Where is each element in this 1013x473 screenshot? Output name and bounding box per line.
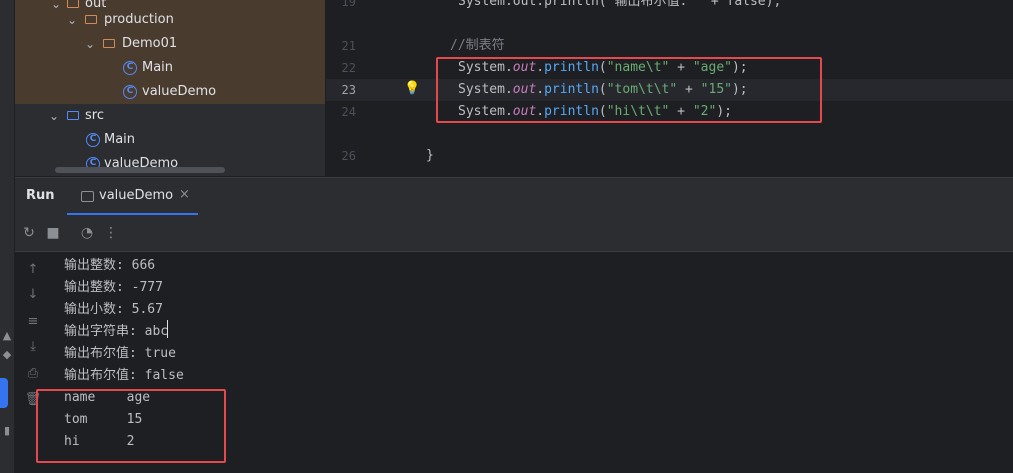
- code-line[interactable]: 26 }: [326, 145, 1013, 167]
- attach-profiler-icon[interactable]: ◔: [77, 223, 97, 243]
- lightbulb-icon[interactable]: 💡: [404, 81, 420, 96]
- tree-item-label: Demo01: [122, 36, 178, 51]
- run-tool-window-header: Run valueDemo ×: [15, 177, 1013, 216]
- run-title: Run: [26, 188, 55, 203]
- run-toolbar: ↻ ■ ◔ ⋮: [15, 215, 1013, 252]
- line-number: 23: [341, 83, 356, 97]
- close-icon[interactable]: ×: [179, 187, 190, 202]
- tree-item-label: production: [104, 12, 174, 27]
- activity-strip: ▲ ◆ ▮: [0, 0, 15, 473]
- class-icon: C: [123, 85, 137, 99]
- soft-wrap-icon[interactable]: ≡: [23, 312, 43, 332]
- rerun-icon[interactable]: ↻: [19, 223, 39, 243]
- console-line: 输出布尔值: false: [64, 368, 184, 383]
- code-text: System.out.println("输出布尔值: " + false);: [458, 0, 782, 9]
- tree-item-production[interactable]: ⌄ production: [15, 8, 325, 32]
- code-text: }: [426, 148, 434, 163]
- chevron-down-icon[interactable]: ⌄: [49, 104, 59, 128]
- more-options-icon[interactable]: ⋮: [101, 223, 121, 243]
- run-tab-label: valueDemo: [99, 188, 174, 203]
- arrow-up-icon[interactable]: ↑: [23, 260, 43, 280]
- folder-icon: [85, 15, 97, 24]
- line-number: 26: [341, 149, 356, 163]
- print-icon[interactable]: ⎙: [23, 364, 43, 384]
- code-comment: //制表符: [450, 38, 505, 53]
- tree-item-label: Main: [142, 60, 174, 75]
- tree-horizontal-scrollbar[interactable]: [55, 167, 225, 173]
- console-line: 输出布尔值: true: [64, 346, 176, 361]
- scroll-to-end-icon[interactable]: ⤓: [23, 337, 43, 357]
- tree-item-valuedemo-class[interactable]: C valueDemo: [15, 80, 325, 104]
- project-tree: ⌄ out ⌄ production ⌄ Demo01 C Main C val…: [15, 0, 325, 176]
- tree-item-label: src: [85, 108, 104, 123]
- line-number: 22: [341, 61, 356, 75]
- console-line: 输出整数: 666: [64, 258, 156, 273]
- tree-item-demo01[interactable]: ⌄ Demo01: [15, 32, 325, 56]
- console-line: 输出小数: 5.67: [64, 302, 163, 317]
- run-tool-window-icon[interactable]: [0, 378, 8, 408]
- line-number: 24: [341, 105, 356, 119]
- tree-item-label: valueDemo: [142, 84, 217, 99]
- console-icon: [81, 191, 94, 202]
- folder-icon: [103, 39, 115, 48]
- tree-item-src[interactable]: ⌄ src: [15, 104, 325, 128]
- code-line[interactable]: 21 //制表符: [326, 35, 1013, 57]
- class-icon: C: [123, 61, 137, 75]
- arrow-down-icon[interactable]: ↓: [23, 285, 43, 305]
- tree-item-main-class[interactable]: C Main: [15, 56, 325, 80]
- code-highlight-box: [436, 57, 822, 123]
- text-caret: [167, 320, 168, 338]
- console-highlight-box: [36, 389, 226, 463]
- terminal-icon[interactable]: ▮: [0, 420, 14, 442]
- console-line: 输出整数: -777: [64, 280, 163, 295]
- class-icon: C: [86, 133, 100, 147]
- tree-item-label: Main: [104, 132, 136, 147]
- services-icon[interactable]: ◆: [0, 344, 14, 366]
- folder-icon: [67, 0, 79, 8]
- console-line: 输出字符串: abc: [64, 324, 169, 339]
- code-line[interactable]: 19 System.out.println("输出布尔值: " + false)…: [326, 0, 1013, 13]
- run-tab-valuedemo[interactable]: valueDemo ×: [67, 178, 198, 216]
- stop-icon[interactable]: ■: [43, 223, 63, 243]
- source-folder-icon: [67, 111, 79, 120]
- line-number: 19: [341, 0, 356, 9]
- tree-item-main-source[interactable]: C Main: [15, 128, 325, 152]
- line-number: 21: [341, 39, 356, 53]
- chevron-down-icon[interactable]: ⌄: [67, 8, 77, 32]
- chevron-down-icon[interactable]: ⌄: [85, 32, 95, 56]
